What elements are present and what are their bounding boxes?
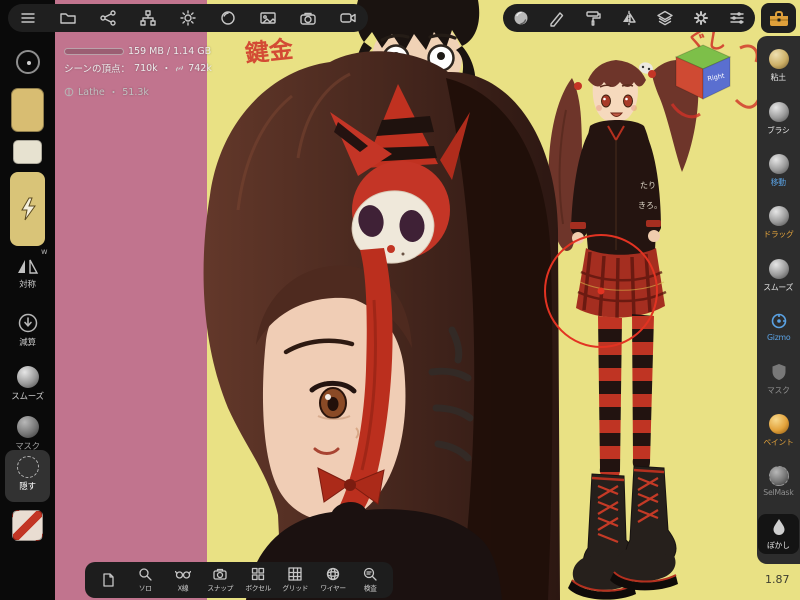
hide-button[interactable]: 隠す (0, 456, 55, 492)
right-toolbar: 粘土 ブラシ 移動 ドラッグ スムーズ Gizmo マスク ペイント SelMa… (757, 36, 800, 564)
blur-icon (773, 518, 784, 535)
bottom-voxel-button[interactable]: ボクセル (241, 566, 275, 594)
tool-brush[interactable]: ブラシ (758, 99, 799, 139)
jacket-text: たり (640, 181, 656, 190)
clay-icon (768, 49, 789, 70)
svg-text:鍵金: 鍵金 (244, 35, 296, 68)
color-swatch[interactable] (11, 88, 44, 132)
paint-icon (768, 413, 789, 434)
subtract-button[interactable]: 減算 (0, 312, 55, 348)
tool-paint[interactable]: ペイント (758, 411, 799, 451)
mask-sphere-icon (16, 416, 39, 438)
object-row: Lathe ・ 51.3k (64, 85, 212, 99)
camera-icon[interactable] (295, 6, 321, 30)
folder-icon[interactable] (55, 6, 81, 30)
tool-drag[interactable]: ドラッグ (758, 203, 799, 243)
background-swatch[interactable] (12, 510, 43, 541)
toolbox-icon (769, 11, 788, 26)
viewport[interactable]: 鍵金 昌弘 きき (0, 0, 800, 600)
light-icon[interactable] (175, 6, 201, 30)
tool-clay[interactable]: 粘土 (758, 46, 799, 86)
memory-progress (64, 48, 124, 55)
bottom-grid-button[interactable]: グリッド (278, 566, 312, 594)
bottom-files-button[interactable] (91, 572, 125, 589)
pen-icon[interactable] (544, 6, 570, 30)
material-swatch[interactable] (13, 140, 42, 164)
dashed-circle-icon (16, 456, 39, 478)
bottom-toolbar: ソロ X線 スナップ ボクセル グリッド ワイヤー 検査 (85, 562, 393, 598)
symmetry-button[interactable]: 対称 (0, 256, 55, 290)
shield-icon (772, 363, 785, 380)
voxel-grid-icon (251, 567, 264, 581)
smooth-alt-button[interactable]: スムーズ (0, 366, 55, 402)
stroke-tool-button[interactable] (0, 50, 55, 74)
inspect-magnifier-icon (364, 567, 377, 581)
scene-label: シーンの頂点： (64, 64, 131, 75)
smooth-sphere-icon (16, 366, 39, 388)
brush-icon (768, 101, 789, 122)
tool-selmask[interactable]: SelMask (758, 463, 799, 501)
toolbox-button[interactable] (761, 3, 796, 33)
memory-text: 159 MB / 1.14 GB (128, 46, 212, 57)
magnifier-icon (139, 568, 152, 581)
memory-row: 159 MB / 1.14 GB (64, 46, 212, 57)
move-icon (768, 153, 789, 174)
node-graph-icon[interactable] (95, 6, 121, 30)
tool-mask[interactable]: マスク (758, 359, 799, 399)
video-camera-icon[interactable] (335, 6, 361, 30)
tool-move[interactable]: 移動 (758, 151, 799, 191)
material-sphere-icon[interactable] (215, 6, 241, 30)
document-icon (103, 572, 114, 587)
link-icon (176, 65, 184, 71)
lightning-icon (20, 197, 36, 221)
mask-alt-button[interactable]: マスク (0, 416, 55, 452)
gizmo-icon (771, 313, 786, 329)
glasses-icon (174, 570, 191, 579)
jacket-text: きろ。 (638, 201, 662, 210)
settings-gear-icon[interactable] (688, 6, 714, 30)
matcap-sphere-icon[interactable] (508, 6, 534, 30)
bottom-wireframe-button[interactable]: ワイヤー (316, 566, 350, 594)
grid-icon (288, 567, 302, 581)
symmetry-icon (17, 259, 38, 274)
wireframe-sphere-icon (326, 567, 339, 581)
scene-row: シーンの頂点： 710k ・ 742k (64, 62, 212, 76)
layers-icon[interactable] (652, 6, 678, 30)
bottom-xray-button[interactable]: X線 (166, 566, 200, 594)
top-left-toolbar (8, 4, 368, 32)
tool-blur[interactable]: ぼかし (758, 513, 799, 554)
sliders-icon[interactable] (724, 6, 750, 30)
top-right-toolbar (503, 4, 755, 32)
bottom-snap-button[interactable]: スナップ (203, 566, 237, 594)
arrow-down-icon (18, 313, 37, 333)
zoom-indicator: 1.87 (765, 573, 790, 586)
smooth-icon (768, 258, 789, 279)
lathe-icon (64, 87, 74, 97)
drag-icon (768, 206, 789, 227)
bottom-inspect-button[interactable]: 検査 (353, 566, 387, 594)
tool-smooth[interactable]: スムーズ (758, 256, 799, 296)
scene-hierarchy-icon[interactable] (135, 6, 161, 30)
status-panel: 159 MB / 1.14 GB シーンの頂点： 710k ・ 742k Lathe… (64, 46, 212, 103)
menu-icon[interactable] (15, 6, 41, 30)
snap-camera-icon (213, 568, 227, 580)
selmask-icon (768, 466, 789, 487)
symmetry-icon[interactable] (616, 6, 642, 30)
stroke-falloff-icon (15, 50, 40, 74)
tool-gizmo[interactable]: Gizmo (758, 308, 799, 346)
symmetry-hint: w (41, 247, 48, 256)
paint-roller-icon[interactable] (580, 6, 606, 30)
left-sidebar: w 対称 減算 スムーズ マスク 隠す (0, 0, 55, 600)
intensity-slider[interactable] (10, 172, 45, 246)
bottom-solo-button[interactable]: ソロ (128, 566, 162, 594)
image-icon[interactable] (255, 6, 281, 30)
